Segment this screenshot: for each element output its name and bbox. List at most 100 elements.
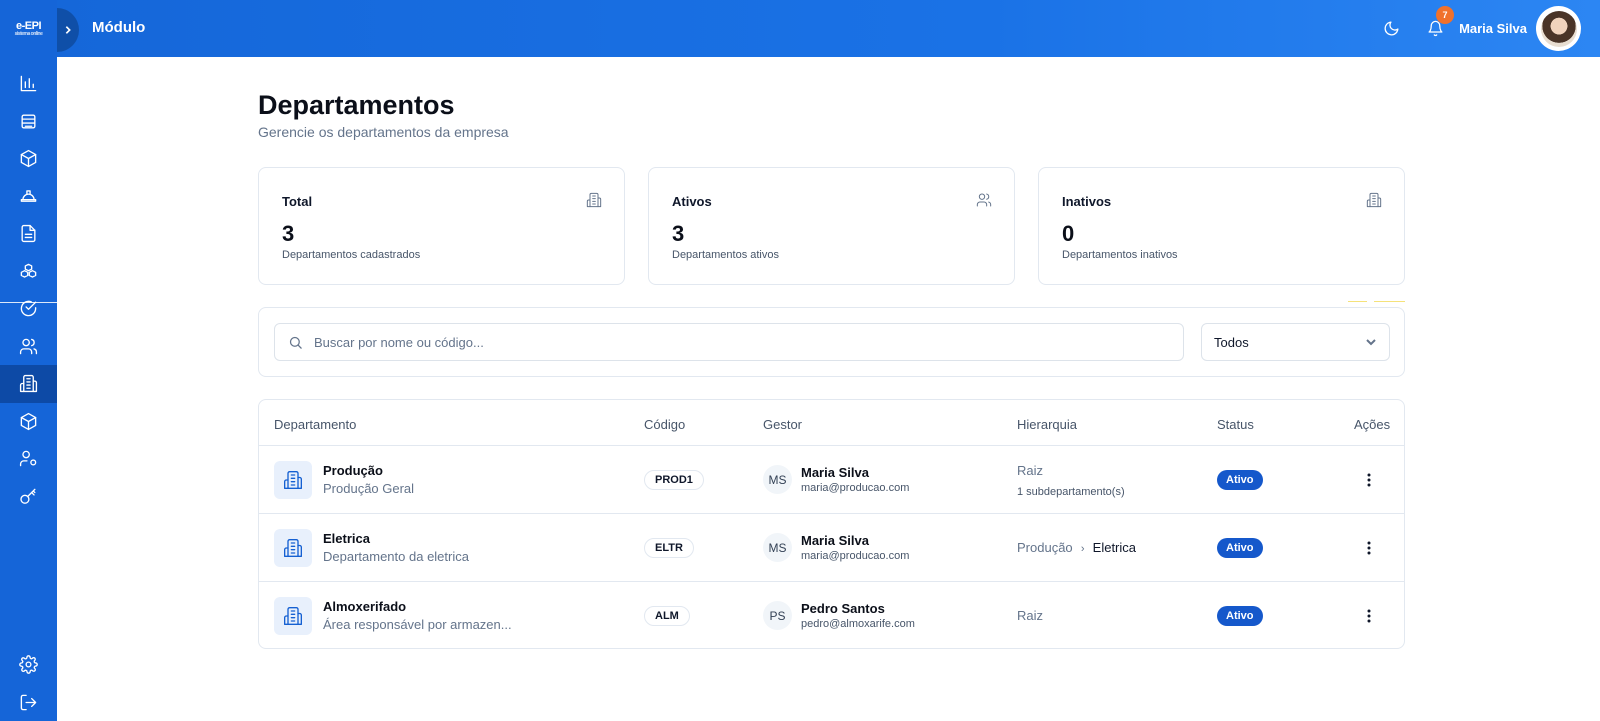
user-cog-icon: [19, 450, 37, 467]
department-description: Área responsável por armazen...: [323, 617, 512, 632]
sidebar-item-permissions[interactable]: [0, 478, 57, 516]
more-vertical-icon: [1367, 473, 1371, 487]
table-row[interactable]: Produção Produção Geral PROD1 MS Maria S…: [259, 446, 1404, 514]
sidebar-item-documents[interactable]: [0, 215, 57, 253]
boxes-icon: [20, 263, 37, 278]
package-icon: [20, 412, 37, 430]
chevron-right-icon: ›: [1080, 543, 1085, 555]
hard-hat-icon: [20, 190, 37, 202]
building-icon: [586, 192, 602, 208]
stats-cards: Total 3 Departamentos cadastrados Ativos…: [258, 167, 1405, 285]
search-icon: [289, 336, 302, 349]
building-icon: [284, 539, 302, 557]
search-field[interactable]: [274, 323, 1184, 361]
more-vertical-icon: [1367, 541, 1371, 555]
stat-label: Ativos: [672, 194, 712, 209]
building-icon: [19, 375, 38, 393]
chevron-down-icon: [1366, 339, 1376, 346]
row-actions-button[interactable]: [1360, 606, 1378, 626]
sidebar-item-stock[interactable]: [0, 253, 57, 291]
department-name: Eletrica: [323, 531, 370, 546]
sidebar-item-epi[interactable]: [0, 178, 57, 216]
database-icon: [21, 114, 36, 129]
table-row[interactable]: Eletrica Departamento da eletrica ELTR M…: [259, 514, 1404, 582]
stat-card-total: Total 3 Departamentos cadastrados: [258, 167, 625, 285]
bar-chart-icon: [20, 75, 37, 92]
user-avatar[interactable]: [1536, 6, 1581, 51]
app-logo[interactable]: e-EPI sistema online: [0, 0, 57, 57]
building-icon: [284, 471, 302, 489]
settings-icon: [19, 655, 38, 674]
stat-card-inactive: Inativos 0 Departamentos inativos: [1038, 167, 1405, 285]
key-icon: [20, 488, 36, 504]
stat-value: 3: [282, 221, 295, 246]
stat-description: Departamentos ativos: [672, 249, 779, 261]
hierarchy-label: Raiz: [1017, 608, 1044, 623]
department-code: ALM: [644, 606, 690, 626]
top-header: Módulo 7 Maria Silva: [57, 0, 1600, 57]
hierarchy-subcount: 1 subdepartamento(s): [1017, 486, 1125, 498]
hierarchy-label: Raiz: [1017, 463, 1044, 478]
header-title: Módulo: [92, 19, 146, 36]
department-icon: [274, 597, 312, 635]
column-header-status[interactable]: Status: [1217, 417, 1254, 432]
users-icon: [19, 338, 38, 355]
stat-card-active: Ativos 3 Departamentos ativos: [648, 167, 1015, 285]
department-icon: [274, 529, 312, 567]
sidebar-toggle-button[interactable]: [57, 8, 79, 52]
column-header-hierarchy[interactable]: Hierarquia: [1017, 417, 1077, 432]
department-code: PROD1: [644, 470, 704, 490]
moon-icon: [1384, 21, 1399, 36]
manager-name: Pedro Santos: [801, 601, 885, 616]
user-name[interactable]: Maria Silva: [1459, 21, 1527, 36]
hierarchy-parent[interactable]: Produção: [1017, 540, 1073, 555]
status-filter-value: Todos: [1214, 334, 1249, 350]
decorative-line: [1348, 301, 1367, 302]
sidebar-item-departments[interactable]: [0, 365, 57, 403]
department-code: ELTR: [644, 538, 694, 558]
sidebar-item-user-settings[interactable]: [0, 440, 57, 478]
page-subtitle: Gerencie os departamentos da empresa: [258, 124, 509, 140]
manager-email: pedro@almoxarife.com: [801, 618, 915, 630]
stat-description: Departamentos inativos: [1062, 249, 1178, 261]
notifications-button[interactable]: 7: [1424, 5, 1455, 40]
column-header-department[interactable]: Departamento: [274, 417, 356, 432]
sidebar: e-EPI sistema online: [0, 0, 57, 721]
manager-avatar: PS: [763, 601, 792, 630]
chevron-right-icon: [65, 26, 71, 34]
row-actions-button[interactable]: [1360, 538, 1378, 558]
sidebar-item-settings[interactable]: [0, 646, 57, 683]
department-name: Produção: [323, 463, 383, 478]
stat-value: 3: [672, 221, 685, 246]
sidebar-item-database[interactable]: [0, 103, 57, 141]
filter-bar: Todos: [258, 307, 1405, 377]
column-header-manager[interactable]: Gestor: [763, 417, 802, 432]
theme-toggle-button[interactable]: [1380, 18, 1402, 40]
table-row[interactable]: Almoxerifado Área responsável por armaze…: [259, 582, 1404, 648]
building-icon: [1366, 192, 1382, 208]
users-icon: [976, 192, 992, 208]
departments-table: Departamento Código Gestor Hierarquia St…: [258, 399, 1405, 649]
sidebar-divider: [0, 302, 57, 303]
sidebar-item-dashboard[interactable]: [0, 65, 57, 103]
department-icon: [274, 461, 312, 499]
more-vertical-icon: [1367, 609, 1371, 623]
decorative-line: [1374, 301, 1405, 302]
sidebar-item-packages[interactable]: [0, 403, 57, 441]
logo-subtext: sistema online: [14, 30, 43, 37]
status-filter-select[interactable]: Todos: [1201, 323, 1390, 361]
row-actions-button[interactable]: [1360, 470, 1378, 490]
search-input[interactable]: [314, 334, 1154, 350]
stat-value: 0: [1062, 221, 1075, 246]
sidebar-item-users[interactable]: [0, 328, 57, 366]
logo-text: e-EPI: [15, 19, 42, 32]
page-title: Departamentos: [258, 90, 455, 120]
sidebar-item-logout[interactable]: [0, 683, 57, 721]
stat-label: Inativos: [1062, 194, 1112, 209]
hierarchy-breadcrumb: Produção › Eletrica: [1017, 540, 1136, 555]
column-header-code[interactable]: Código: [644, 417, 685, 432]
sidebar-item-products[interactable]: [0, 140, 57, 178]
notification-badge: 7: [1436, 5, 1455, 24]
column-header-actions: Ações: [1354, 417, 1391, 432]
sidebar-item-checks[interactable]: [0, 290, 57, 328]
